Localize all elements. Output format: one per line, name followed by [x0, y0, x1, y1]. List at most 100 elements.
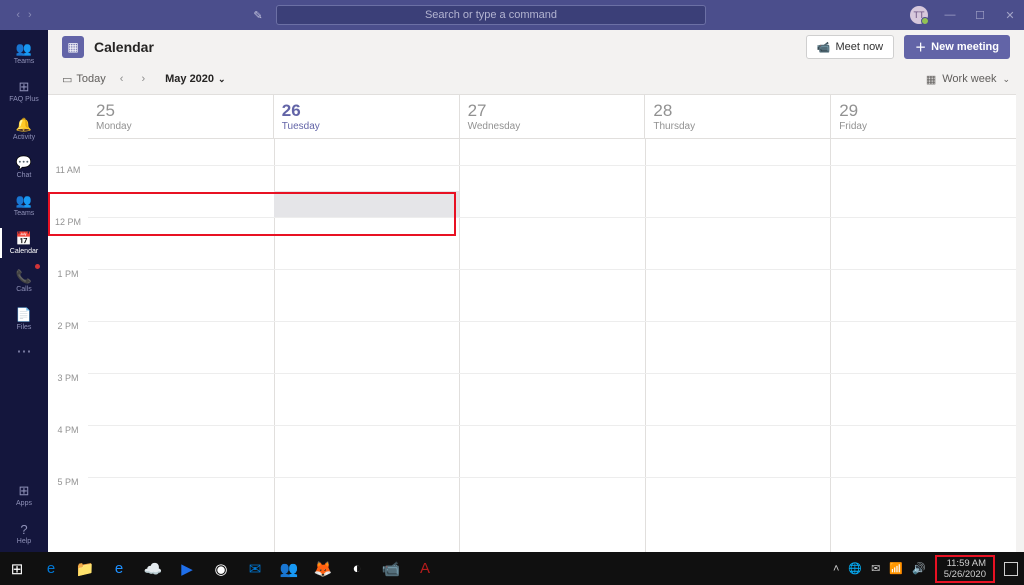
rail-label: Activity: [13, 134, 35, 141]
taskbar-explorer-icon[interactable]: 📁: [68, 552, 102, 585]
close-icon[interactable]: ✕: [1002, 9, 1018, 22]
taskbar-chrome-icon[interactable]: ◉: [204, 552, 238, 585]
rail-item-apps[interactable]: ⊞ Apps: [0, 476, 48, 514]
rail-item-activity[interactable]: 🔔 Activity: [0, 110, 48, 148]
day-header-fri[interactable]: 29 Friday: [830, 95, 1016, 138]
taskbar-firefox-icon[interactable]: 🦊: [306, 552, 340, 585]
today-button[interactable]: ▭ Today: [62, 73, 106, 86]
rail-item-calls[interactable]: 📞 Calls: [0, 262, 48, 300]
day-header-tue[interactable]: 26 Tuesday: [273, 95, 459, 138]
month-picker[interactable]: May 2020 ⌄: [165, 73, 225, 85]
hour-line: [88, 373, 1016, 374]
rail-label: FAQ Plus: [9, 96, 39, 103]
tray-wifi-icon[interactable]: 📶: [889, 562, 903, 575]
action-center-icon[interactable]: [1004, 562, 1018, 576]
meet-now-button[interactable]: 📹 Meet now: [806, 35, 894, 59]
faq-icon: ⊞: [19, 79, 30, 95]
day-col-mon[interactable]: [88, 139, 274, 552]
taskbar-teams-icon[interactable]: 👥: [272, 552, 306, 585]
day-num: 26: [282, 101, 451, 121]
forward-icon[interactable]: ›: [28, 9, 32, 21]
next-week-button[interactable]: ›: [137, 73, 149, 85]
chevron-down-icon: ⌄: [1002, 74, 1010, 85]
app-rail: 👥 Teams ⊞ FAQ Plus 🔔 Activity 💬 Chat 👥 T…: [0, 30, 48, 552]
hour-label: 12 PM: [48, 217, 88, 269]
hour-line: [88, 217, 1016, 218]
meet-now-label: Meet now: [835, 41, 883, 53]
hour-label: 4 PM: [48, 425, 88, 477]
clock-annotated[interactable]: 11:59 AM 5/26/2020: [935, 555, 995, 583]
taskbar-edge-icon[interactable]: e: [34, 552, 68, 585]
nav-arrows[interactable]: ‹ ›: [0, 9, 48, 21]
selected-time-slot[interactable]: [274, 191, 460, 217]
rail-item-calendar[interactable]: 📅 Calendar: [0, 224, 48, 262]
calendar-grid-body[interactable]: [88, 139, 1016, 552]
prev-week-button[interactable]: ‹: [116, 73, 128, 85]
taskbar-ie-icon[interactable]: e: [102, 552, 136, 585]
rail-more-icon[interactable]: ⋯: [17, 342, 32, 360]
page-header: ▦ Calendar 📹 Meet now ＋ New meeting: [48, 30, 1024, 64]
hour-label: 5 PM: [48, 477, 88, 529]
rail-item-teams2[interactable]: 👥 Teams: [0, 186, 48, 224]
hour-line: [88, 477, 1016, 478]
system-tray[interactable]: ˄ 🌐 ✉ 📶 🔊 11:59 AM 5/26/2020: [833, 555, 1024, 583]
new-meeting-button[interactable]: ＋ New meeting: [904, 35, 1010, 59]
camera-icon: 📹: [817, 41, 831, 54]
today-icon: ▭: [62, 73, 72, 86]
day-col-fri[interactable]: [830, 139, 1016, 552]
teams-title-bar: ‹ › ✎ Search or type a command TT — ☐ ✕: [0, 0, 1024, 30]
teams-icon: 👥: [16, 41, 32, 57]
calendar-page: ▦ Calendar 📹 Meet now ＋ New meeting ▭ To…: [48, 30, 1024, 552]
rail-item-files[interactable]: 📄 Files: [0, 300, 48, 338]
time-gutter: 11 AM 12 PM 1 PM 2 PM 3 PM 4 PM 5 PM: [48, 139, 88, 552]
tray-globe-icon[interactable]: 🌐: [848, 562, 862, 575]
back-icon[interactable]: ‹: [16, 9, 20, 21]
taskbar-app-icon[interactable]: ☁️: [136, 552, 170, 585]
taskbar-skype-icon[interactable]: 📹: [374, 552, 408, 585]
windows-taskbar: ⊞ e 📁 e ☁️ ▶ ◉ ✉ 👥 🦊 ◐ 📹 A ˄ 🌐 ✉ 📶 🔊 11:…: [0, 552, 1024, 585]
day-header-wed[interactable]: 27 Wednesday: [459, 95, 645, 138]
rail-item-help[interactable]: ? Help: [0, 514, 48, 552]
chevron-down-icon: ⌄: [218, 74, 226, 85]
taskbar-acrobat-icon[interactable]: A: [408, 552, 442, 585]
view-picker[interactable]: ▦ Work week ⌄: [926, 73, 1010, 86]
day-col-thu[interactable]: [645, 139, 831, 552]
tray-chevron-icon[interactable]: ˄: [833, 563, 839, 575]
tray-volume-icon[interactable]: 🔊: [912, 562, 926, 575]
rail-label: Teams: [14, 210, 35, 217]
title-bar-right: TT — ☐ ✕: [910, 6, 1018, 24]
hour-label: 3 PM: [48, 373, 88, 425]
compose-icon[interactable]: ✎: [248, 9, 268, 22]
avatar[interactable]: TT: [910, 6, 928, 24]
taskbar-app2-icon[interactable]: ◐: [340, 552, 374, 585]
month-label: May 2020: [165, 73, 214, 85]
teams-icon: 👥: [16, 193, 32, 209]
rail-label: Calls: [16, 286, 32, 293]
calendar-surface[interactable]: 25 Monday 26 Tuesday 27 Wednesday 28 Thu…: [48, 94, 1016, 552]
rail-label: Help: [17, 538, 31, 545]
day-num: 29: [839, 101, 1008, 121]
tray-time: 11:59 AM: [944, 558, 986, 569]
day-col-wed[interactable]: [459, 139, 645, 552]
day-name: Wednesday: [468, 121, 637, 132]
day-header-thu[interactable]: 28 Thursday: [644, 95, 830, 138]
search-input[interactable]: Search or type a command: [276, 5, 706, 25]
hour-line: [88, 269, 1016, 270]
rail-label: Calendar: [10, 248, 38, 255]
tray-mail-icon[interactable]: ✉: [871, 562, 880, 575]
calls-icon: 📞: [16, 269, 32, 285]
rail-item-teams-top[interactable]: 👥 Teams: [0, 34, 48, 72]
day-header-mon[interactable]: 25 Monday: [88, 95, 273, 138]
minimize-icon[interactable]: —: [942, 9, 958, 21]
taskbar-outlook-icon[interactable]: ✉: [238, 552, 272, 585]
rail-label: Teams: [14, 58, 35, 65]
hour-line: [88, 321, 1016, 322]
taskbar-powershell-icon[interactable]: ▶: [170, 552, 204, 585]
day-num: 25: [96, 101, 265, 121]
view-label: Work week: [942, 73, 996, 85]
rail-item-chat[interactable]: 💬 Chat: [0, 148, 48, 186]
maximize-icon[interactable]: ☐: [972, 9, 988, 22]
badge-icon: [35, 264, 40, 269]
rail-item-faq[interactable]: ⊞ FAQ Plus: [0, 72, 48, 110]
start-button[interactable]: ⊞: [0, 552, 34, 585]
